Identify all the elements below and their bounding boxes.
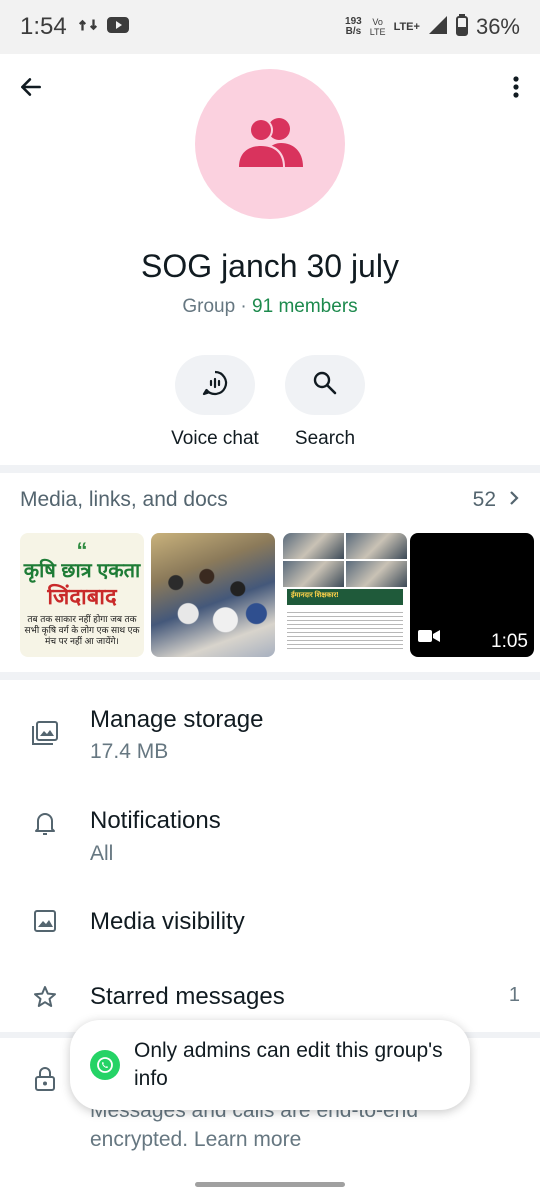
group-name: SOG janch 30 july xyxy=(141,248,399,284)
lte-indicator: LTE+ xyxy=(393,21,420,33)
navigation-bar xyxy=(0,1170,540,1200)
bell-icon xyxy=(30,808,60,838)
storage-icon xyxy=(30,718,60,748)
media-links-docs-header[interactable]: Media, links, and docs 52 xyxy=(20,488,520,512)
starred-messages-title: Starred messages xyxy=(90,983,285,1010)
status-bar: 1:54 193 B/s Vo LTE LTE+ 36% xyxy=(0,0,540,54)
media-thumb-poster[interactable]: “ कृषि छात्र एकता जिंदाबाद तब तक साकार न… xyxy=(20,533,144,657)
volte-indicator: Vo LTE xyxy=(369,17,386,37)
notifications-title: Notifications xyxy=(90,807,221,834)
arrow-back-icon xyxy=(18,74,44,105)
manage-storage-row[interactable]: Manage storage 17.4 MB xyxy=(0,690,540,780)
section-divider xyxy=(0,672,540,680)
manage-storage-size: 17.4 MB xyxy=(90,740,169,763)
group-icon xyxy=(237,117,303,172)
media-thumb-video[interactable]: 1:05 xyxy=(410,533,534,657)
voice-chat-label: Voice chat xyxy=(171,428,259,449)
back-button[interactable] xyxy=(14,72,48,106)
media-title: Media, links, and docs xyxy=(20,488,228,511)
media-count: 52 xyxy=(472,488,496,511)
media-thumb-crowd-photo[interactable] xyxy=(151,533,275,657)
notifications-row[interactable]: Notifications All xyxy=(0,792,540,882)
voice-chat-button[interactable]: Voice chat xyxy=(155,355,275,450)
star-icon xyxy=(30,982,60,1012)
search-button[interactable]: Search xyxy=(265,355,385,450)
toast-message: Only admins can edit this group's info xyxy=(134,1039,443,1090)
starred-messages-row[interactable]: Starred messages 1 xyxy=(0,970,540,1025)
manage-storage-title: Manage storage xyxy=(90,706,264,733)
media-visibility-title: Media visibility xyxy=(90,908,245,935)
media-thumb-document[interactable]: ईमानदार शिक्षकार! xyxy=(283,533,407,657)
more-options-button[interactable] xyxy=(504,72,528,106)
video-camera-icon xyxy=(418,628,440,649)
media-visibility-row[interactable]: Media visibility xyxy=(0,894,540,954)
search-icon xyxy=(312,370,338,401)
section-divider xyxy=(0,465,540,473)
video-duration: 1:05 xyxy=(491,631,528,652)
youtube-icon xyxy=(106,16,129,39)
search-label: Search xyxy=(294,428,356,449)
battery-icon xyxy=(455,13,468,41)
group-avatar[interactable] xyxy=(195,69,345,219)
battery-percent: 36% xyxy=(475,14,520,39)
net-speed: 193 B/s xyxy=(345,16,362,37)
chevron-right-icon xyxy=(508,490,520,511)
whatsapp-icon xyxy=(90,1050,120,1080)
status-time: 1:54 xyxy=(20,13,67,40)
signal-icon xyxy=(428,15,448,40)
notifications-value: All xyxy=(90,842,114,865)
members-link[interactable]: 91 members xyxy=(252,296,358,317)
more-vert-icon xyxy=(512,75,520,104)
sync-icon xyxy=(77,14,99,41)
lock-icon xyxy=(30,1064,60,1094)
home-gesture-handle[interactable] xyxy=(195,1182,345,1187)
image-icon xyxy=(30,906,60,936)
starred-count: 1 xyxy=(508,984,520,1006)
group-subtitle: Group · 91 members xyxy=(182,296,358,317)
toast-notification: Only admins can edit this group's info xyxy=(70,1020,470,1110)
voice-chat-icon xyxy=(201,369,229,402)
